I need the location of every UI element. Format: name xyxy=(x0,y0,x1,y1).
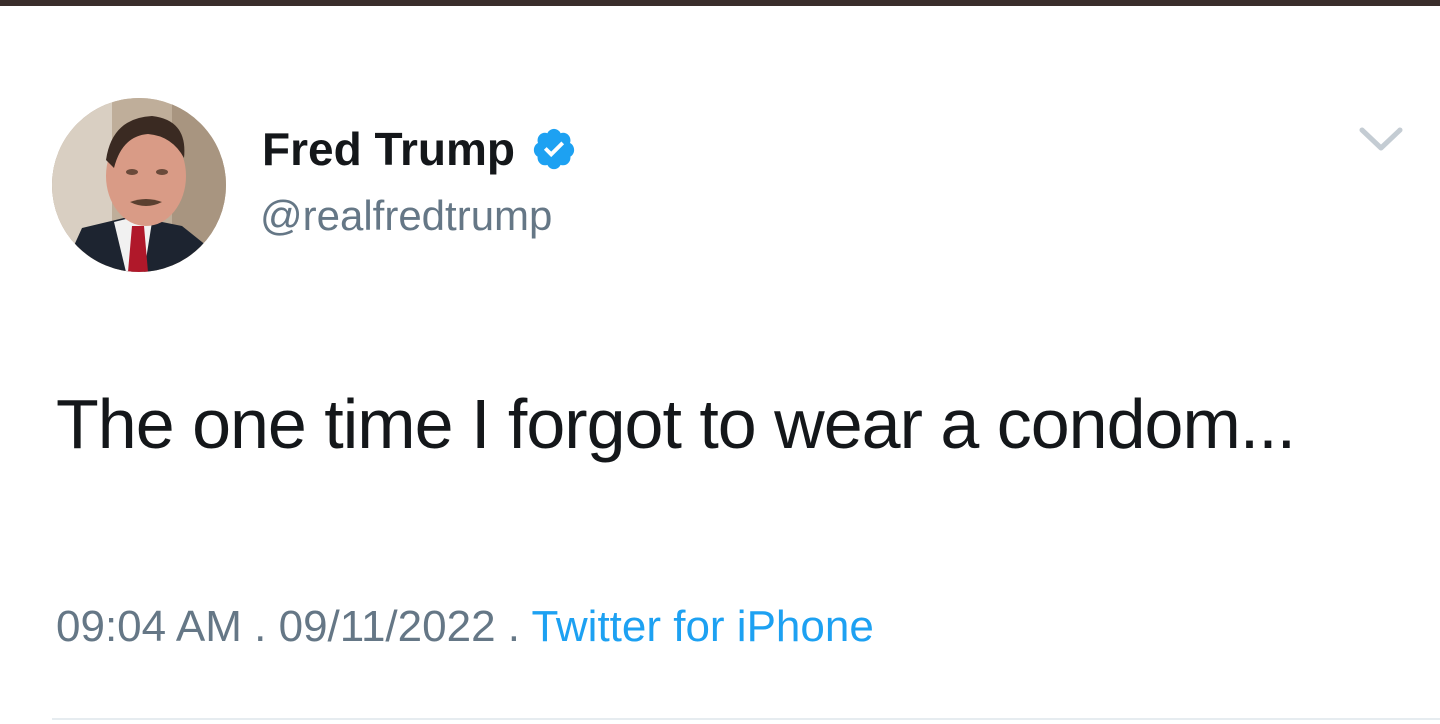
divider xyxy=(52,718,1440,720)
tweet-time[interactable]: 09:04 AM xyxy=(56,602,242,651)
author-name-row[interactable]: Fred Trump xyxy=(262,122,577,176)
meta-separator: . xyxy=(241,602,279,651)
more-options-button[interactable] xyxy=(1356,118,1406,158)
meta-separator: . xyxy=(495,602,532,651)
tweet-date[interactable]: 09/11/2022 xyxy=(279,602,496,651)
top-border-strip xyxy=(0,0,1440,6)
author-handle[interactable]: @realfredtrump xyxy=(260,192,552,240)
verified-badge-icon xyxy=(531,126,577,172)
tweet-meta: 09:04 AM . 09/11/2022 . Twitter for iPho… xyxy=(56,602,874,652)
tweet-text: The one time I forgot to wear a condom..… xyxy=(56,385,1296,463)
tweet-source-link[interactable]: Twitter for iPhone xyxy=(531,602,873,651)
chevron-down-icon xyxy=(1359,127,1403,151)
avatar[interactable] xyxy=(52,98,226,272)
author-name[interactable]: Fred Trump xyxy=(262,122,515,176)
avatar-photo-icon xyxy=(52,98,226,272)
